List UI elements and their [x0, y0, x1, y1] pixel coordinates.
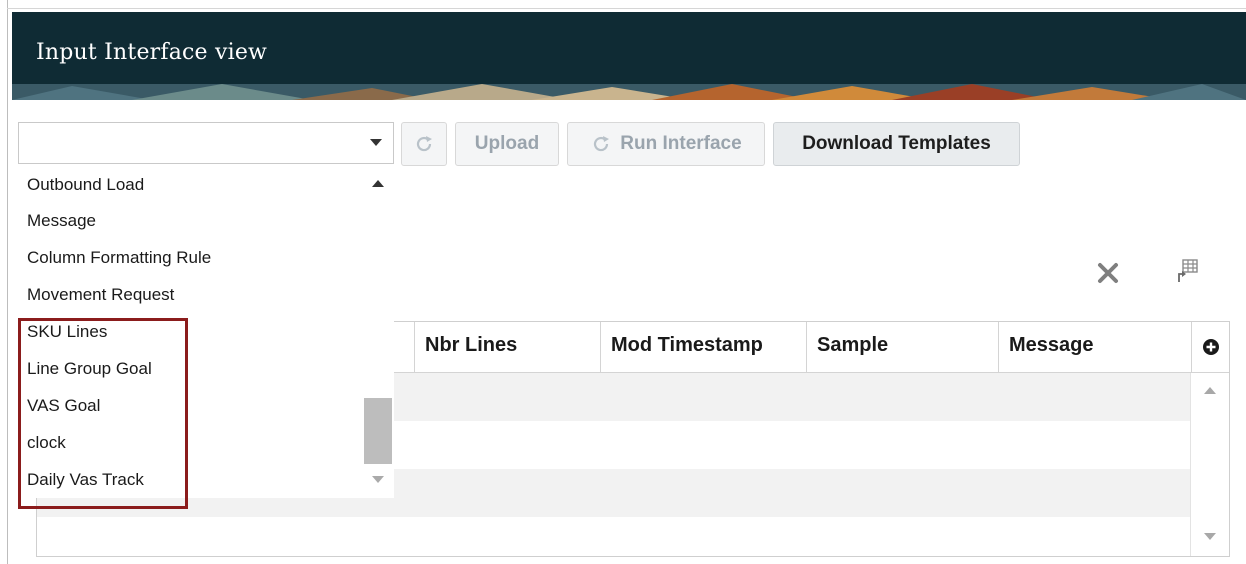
refresh-icon [416, 136, 432, 152]
dropdown-item-column-formatting-rule[interactable]: Column Formatting Rule [27, 240, 211, 276]
close-icon[interactable] [1097, 262, 1119, 284]
caret-down-icon[interactable] [359, 123, 393, 163]
dropdown-scroll-thumb[interactable] [364, 398, 392, 464]
dropdown-item-message[interactable]: Message [27, 203, 96, 239]
dropdown-item-line-group-goal[interactable]: Line Group Goal [27, 351, 152, 387]
window-top-border [7, 8, 1246, 9]
download-templates-button-label: Download Templates [802, 133, 991, 154]
grid-vertical-scrollbar[interactable] [1190, 373, 1229, 556]
column-header-sample[interactable]: Sample [806, 322, 998, 372]
upload-button-label: Upload [474, 133, 540, 154]
refresh-icon [594, 136, 610, 152]
dropdown-item-sku-lines[interactable]: SKU Lines [27, 314, 107, 350]
interface-select-input[interactable] [19, 123, 359, 163]
page-header: Input Interface view [12, 12, 1246, 100]
page-title: Input Interface view [36, 40, 268, 65]
upload-button[interactable]: Upload [455, 122, 559, 166]
scroll-down-icon[interactable] [1204, 533, 1216, 541]
export-grid-icon[interactable] [1175, 258, 1201, 284]
column-header-message[interactable]: Message [998, 322, 1191, 372]
interface-select[interactable] [18, 122, 394, 164]
dropdown-item-clock[interactable]: clock [27, 425, 66, 461]
add-circle-icon [1202, 339, 1219, 355]
run-interface-button[interactable]: Run Interface [567, 122, 765, 166]
dropdown-item-daily-vas-track[interactable]: Daily Vas Track [27, 462, 144, 498]
window-left-border [7, 0, 8, 564]
dropdown-item-movement-request[interactable]: Movement Request [27, 277, 174, 313]
dropdown-item-vas-goal[interactable]: VAS Goal [27, 388, 100, 424]
interface-dropdown-list[interactable]: Outbound Load Message Column Formatting … [18, 166, 394, 498]
download-templates-button[interactable]: Download Templates [773, 122, 1020, 166]
header-decorative-pattern [12, 84, 1246, 100]
scroll-up-icon[interactable] [1204, 387, 1216, 395]
scroll-up-icon[interactable] [372, 180, 384, 188]
refresh-button[interactable] [401, 122, 447, 166]
dropdown-item-outbound-load[interactable]: Outbound Load [27, 167, 144, 203]
scroll-down-icon[interactable] [372, 476, 384, 484]
run-interface-button-label: Run Interface [620, 133, 742, 154]
add-column-button[interactable] [1191, 322, 1229, 372]
column-header-mod-timestamp[interactable]: Mod Timestamp [600, 322, 806, 372]
dropdown-scrollbar[interactable] [362, 166, 394, 498]
column-header-nbr-lines[interactable]: Nbr Lines [414, 322, 600, 372]
